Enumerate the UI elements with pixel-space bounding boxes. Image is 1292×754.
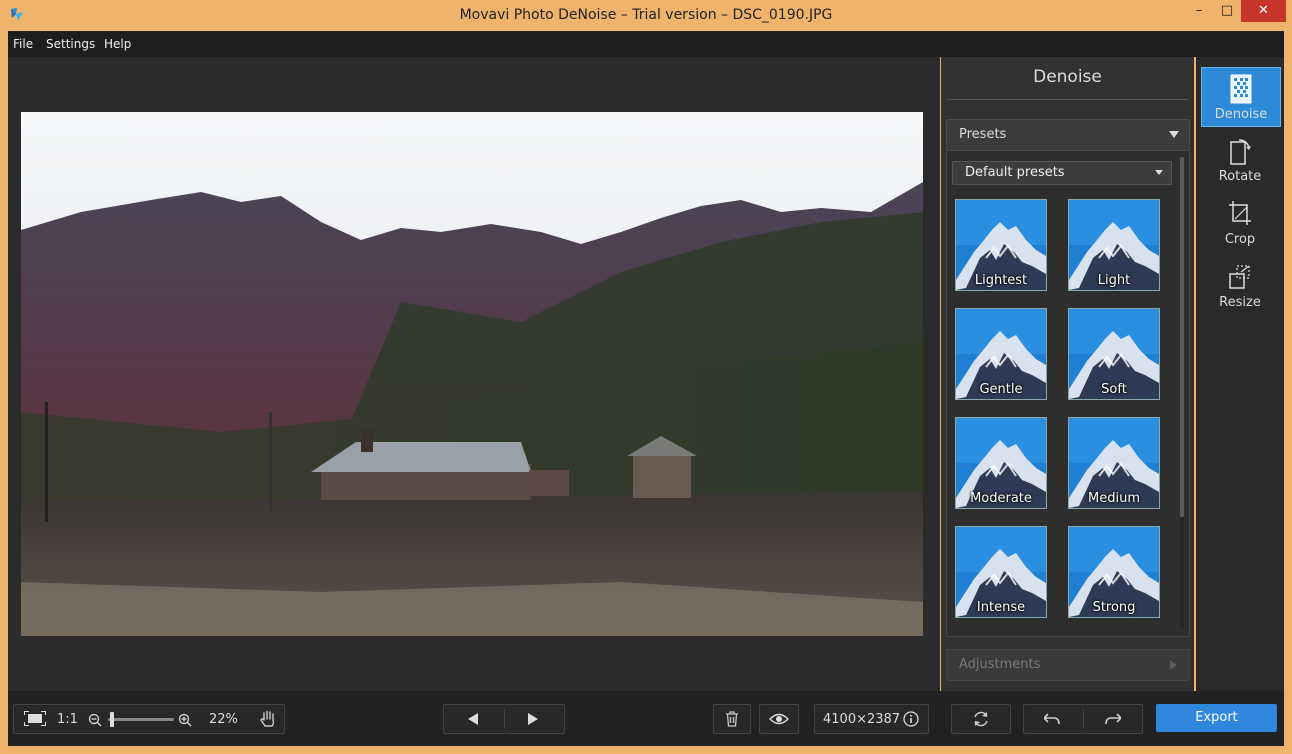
- nav-divider: [504, 709, 505, 729]
- scrollbar-thumb[interactable]: [1180, 157, 1184, 517]
- eye-icon: [769, 713, 789, 725]
- preset-label: Soft: [1101, 382, 1127, 397]
- panel-divider: [947, 99, 1188, 100]
- zoom-out-icon[interactable]: [88, 713, 102, 727]
- tool-denoise-label: Denoise: [1214, 107, 1268, 122]
- close-button[interactable]: ✕: [1241, 0, 1286, 22]
- redo-icon[interactable]: [1105, 713, 1121, 725]
- preset-label: Lightest: [974, 273, 1028, 288]
- menu-bar: File Settings Help: [8, 31, 1284, 57]
- zoom-controls: 1:1 22%: [13, 704, 285, 734]
- preset-thumbnail-gentle[interactable]: Gentle: [955, 308, 1047, 400]
- tool-rotate-label: Rotate: [1218, 169, 1262, 184]
- delete-button[interactable]: [713, 704, 751, 734]
- photo-preview[interactable]: [21, 112, 923, 636]
- preset-thumbnail-strong[interactable]: Strong: [1068, 526, 1160, 618]
- collapse-arrow-icon: [1169, 131, 1179, 138]
- zoom-in-icon[interactable]: [178, 713, 192, 727]
- previous-image-icon[interactable]: [468, 713, 478, 725]
- preset-thumbnail-moderate[interactable]: Moderate: [955, 417, 1047, 509]
- tool-resize-label: Resize: [1219, 295, 1261, 310]
- preset-label: Gentle: [979, 382, 1023, 397]
- zoom-slider-track[interactable]: [108, 718, 174, 721]
- tools-toolbar: Denoise Rotate Crop Resize: [1196, 57, 1284, 691]
- preset-label: Moderate: [970, 491, 1032, 506]
- trash-icon: [726, 711, 738, 727]
- bottom-toolbar: 1:1 22% 4100×2387 Export: [8, 691, 1284, 746]
- export-button[interactable]: Export: [1156, 704, 1277, 732]
- image-size-box: 4100×2387: [814, 704, 929, 734]
- denoise-panel: Denoise Presets Default presets Lightest…: [941, 57, 1194, 691]
- adjustments-section-header[interactable]: Adjustments: [946, 649, 1190, 681]
- panel-title: Denoise: [1033, 67, 1102, 87]
- preset-thumbnail-lightest[interactable]: Lightest: [955, 199, 1047, 291]
- history-divider: [1083, 709, 1084, 729]
- reset-button[interactable]: [951, 704, 1011, 734]
- compare-preview-button[interactable]: [759, 704, 799, 734]
- denoise-icon: [1230, 74, 1252, 104]
- preset-thumbnail-medium[interactable]: Medium: [1068, 417, 1160, 509]
- zoom-slider-handle[interactable]: [109, 712, 114, 727]
- menu-settings[interactable]: Settings: [46, 37, 95, 51]
- rotate-icon: [1230, 139, 1251, 165]
- image-dimensions: 4100×2387: [823, 712, 901, 727]
- fit-to-window-icon[interactable]: [24, 711, 46, 726]
- dropdown-value: Default presets: [965, 165, 1065, 180]
- menu-file[interactable]: File: [13, 37, 33, 51]
- history-controls: [1023, 704, 1143, 734]
- preset-thumbnail-intense[interactable]: Intense: [955, 526, 1047, 618]
- adjustments-label: Adjustments: [959, 657, 1041, 672]
- tool-denoise[interactable]: Denoise: [1201, 67, 1281, 127]
- next-image-icon[interactable]: [528, 713, 538, 725]
- preset-thumbnail-light[interactable]: Light: [1068, 199, 1160, 291]
- tool-crop[interactable]: Crop: [1201, 193, 1279, 251]
- undo-icon[interactable]: [1044, 713, 1060, 725]
- resize-icon: [1229, 265, 1250, 289]
- navigation-controls: [443, 704, 565, 734]
- expand-arrow-icon: [1170, 660, 1177, 670]
- title-bar: Movavi Photo DeNoise – Trial version – D…: [0, 0, 1292, 31]
- presets-section-header[interactable]: Presets: [946, 119, 1190, 151]
- preset-thumbnail-soft[interactable]: Soft: [1068, 308, 1160, 400]
- crop-icon: [1229, 201, 1251, 225]
- tool-resize[interactable]: Resize: [1201, 256, 1279, 314]
- presets-list: Default presets Lightest Light Gentle Soft M…: [946, 151, 1190, 637]
- landscape-photo: [21, 112, 923, 636]
- preset-label: Light: [1097, 273, 1131, 288]
- hand-pan-icon[interactable]: [260, 710, 276, 728]
- maximize-button[interactable]: □: [1214, 0, 1240, 22]
- presets-scrollbar[interactable]: [1180, 157, 1184, 629]
- actual-size-button[interactable]: 1:1: [57, 712, 78, 727]
- preset-category-dropdown[interactable]: Default presets: [952, 161, 1172, 185]
- chevron-down-icon: [1155, 170, 1163, 175]
- window-title: Movavi Photo DeNoise – Trial version – D…: [459, 7, 833, 23]
- minimize-button[interactable]: –: [1186, 0, 1212, 22]
- menu-help[interactable]: Help: [104, 37, 131, 51]
- tool-crop-label: Crop: [1224, 232, 1256, 247]
- zoom-percent: 22%: [209, 712, 238, 727]
- preset-label: Intense: [976, 600, 1026, 615]
- presets-label: Presets: [959, 127, 1007, 142]
- tool-rotate[interactable]: Rotate: [1201, 130, 1279, 188]
- preset-label: Strong: [1092, 600, 1136, 615]
- info-icon[interactable]: [903, 711, 919, 727]
- preset-label: Medium: [1088, 491, 1140, 506]
- refresh-icon: [974, 711, 988, 727]
